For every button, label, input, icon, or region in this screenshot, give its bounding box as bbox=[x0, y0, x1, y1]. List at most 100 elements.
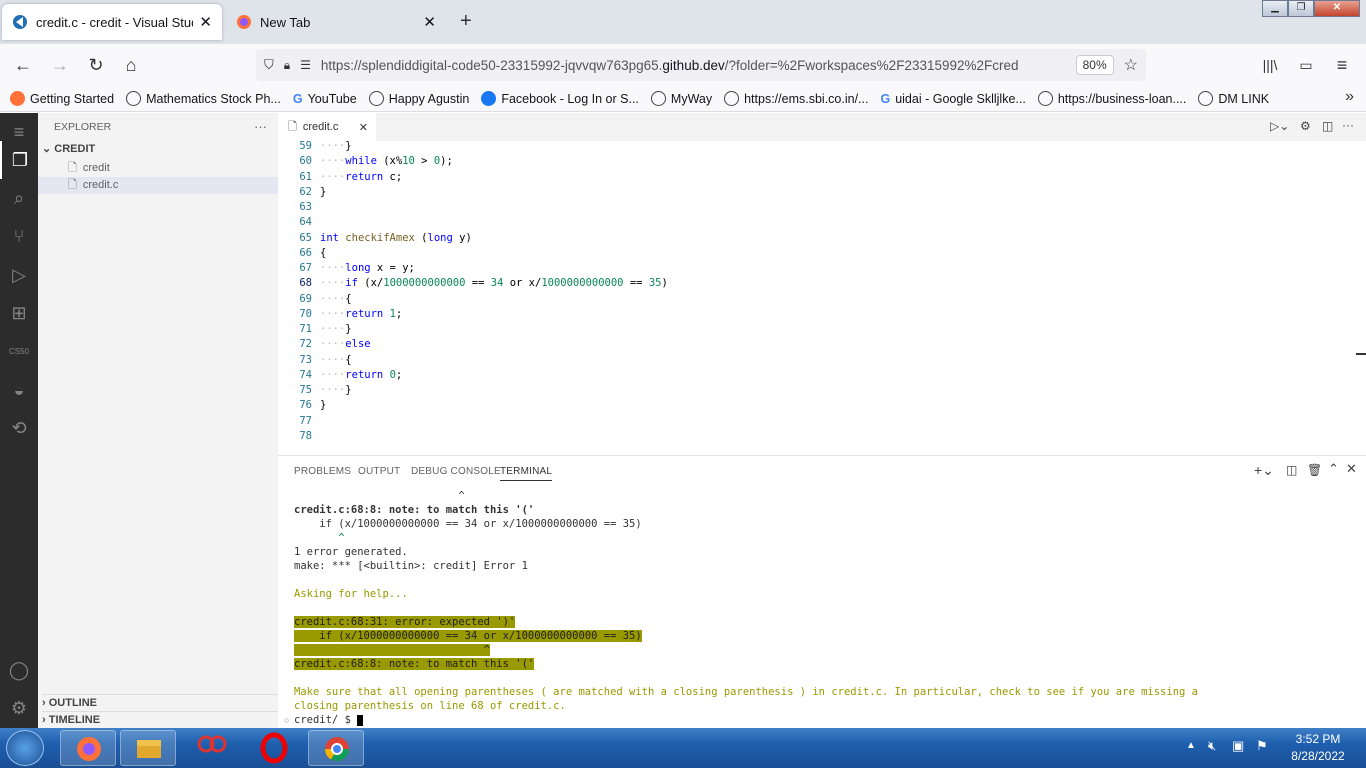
run-icon[interactable]: ▷⌄ bbox=[1270, 119, 1289, 133]
show-hidden-icons-icon[interactable]: ▲ bbox=[1186, 740, 1196, 751]
extensions-icon[interactable]: ⊞ bbox=[0, 294, 38, 332]
code-line[interactable]: ····return 0; bbox=[320, 369, 402, 381]
code-line[interactable]: ····{ bbox=[320, 354, 352, 366]
bookmark-myway[interactable]: MyWay bbox=[650, 91, 712, 106]
outline-label: OUTLINE bbox=[48, 697, 98, 709]
close-tab-icon[interactable]: ✕ bbox=[199, 13, 212, 31]
start-button-icon[interactable] bbox=[6, 730, 44, 766]
new-tab-button[interactable]: + bbox=[460, 10, 472, 33]
split-terminal-icon[interactable]: ◫ bbox=[1286, 463, 1297, 477]
code-line[interactable]: ····} bbox=[320, 323, 352, 335]
tab-problems[interactable]: PROBLEMS bbox=[294, 466, 351, 477]
split-editor-icon[interactable]: ◫ bbox=[1322, 119, 1333, 133]
library-icon[interactable]: |||\ bbox=[1257, 52, 1283, 78]
tab-output[interactable]: OUTPUT bbox=[358, 466, 400, 477]
home-icon[interactable]: ⌂ bbox=[118, 52, 144, 78]
action-center-icon[interactable]: ⚑ bbox=[1256, 738, 1268, 754]
reload-icon[interactable]: ↻ bbox=[83, 52, 109, 78]
more-actions-icon[interactable]: ··· bbox=[1342, 118, 1354, 132]
explorer-icon[interactable]: ❐ bbox=[0, 141, 38, 179]
code-line[interactable]: ····return 1; bbox=[320, 308, 402, 320]
tab-debug-console[interactable]: DEBUG CONSOLE bbox=[411, 466, 501, 477]
code-line[interactable]: int checkifAmex (long y) bbox=[320, 232, 472, 244]
file-credit-c[interactable]: 🗋 credit.c bbox=[38, 177, 278, 194]
menu-icon[interactable]: ≡ bbox=[1329, 52, 1355, 78]
permissions-icon[interactable]: ☰ bbox=[300, 58, 311, 72]
browser-tab-newtab[interactable]: New Tab ✕ bbox=[226, 4, 446, 40]
close-window-icon[interactable]: ✕ bbox=[1314, 0, 1360, 17]
forward-icon[interactable]: → bbox=[47, 52, 73, 78]
account-icon[interactable]: ◯ bbox=[0, 651, 38, 689]
close-editor-icon[interactable]: ✕ bbox=[359, 121, 368, 134]
zoom-level-button[interactable]: 80% bbox=[1075, 55, 1114, 75]
code-line[interactable]: ····} bbox=[320, 140, 352, 152]
taskbar-snipping-icon[interactable] bbox=[184, 730, 240, 766]
bookmark-uidai[interactable]: Guidai - Google Sklljlke... bbox=[880, 92, 1025, 106]
terminal-prompt[interactable]: credit/ $ bbox=[294, 713, 364, 727]
settings-gear-icon[interactable]: ⚙ bbox=[0, 689, 38, 727]
terminal-line: make: *** [<builtin>: credit] Error 1 bbox=[294, 560, 528, 572]
new-terminal-icon[interactable]: +⌄ bbox=[1254, 462, 1274, 479]
more-bookmarks-icon[interactable]: » bbox=[1345, 88, 1354, 106]
taskbar-firefox-icon[interactable] bbox=[60, 730, 116, 766]
gear-icon[interactable]: ⚙ bbox=[1300, 119, 1311, 133]
bookmark-facebook[interactable]: Facebook - Log In or S... bbox=[481, 91, 639, 106]
url-text[interactable]: https://splendiddigital-code50-23315992-… bbox=[321, 58, 1076, 73]
back-icon[interactable]: ← bbox=[10, 52, 36, 78]
code-line[interactable]: } bbox=[320, 399, 326, 411]
network-icon[interactable]: ▣ bbox=[1232, 738, 1244, 754]
taskbar-opera-icon[interactable] bbox=[246, 730, 302, 766]
bookmark-happy-agustin[interactable]: Happy Agustin bbox=[368, 91, 469, 106]
code-area[interactable]: 59 ····} 60 ····while (x%10 > 0); 61 ····retu… bbox=[278, 140, 1358, 455]
sidebar-toggle-icon[interactable]: ▭ bbox=[1293, 52, 1319, 78]
tab-terminal[interactable]: TERMINAL bbox=[500, 466, 553, 481]
taskbar-explorer-icon[interactable] bbox=[120, 730, 176, 766]
source-control-icon[interactable]: ⑂ bbox=[0, 217, 38, 255]
file-credit[interactable]: 🗋 credit bbox=[38, 160, 278, 177]
maximize-icon[interactable]: ❐ bbox=[1288, 0, 1314, 17]
code-line[interactable]: ····{ bbox=[320, 293, 352, 305]
code-line[interactable]: ····if (x/1000000000000 == 34 or x/10000… bbox=[320, 277, 668, 289]
browser-tab-vscode[interactable]: credit.c - credit - Visual Studio Code ✕ bbox=[2, 4, 222, 40]
search-icon[interactable]: ⌕ bbox=[0, 179, 38, 217]
volume-muted-icon[interactable]: 🔇︎ bbox=[1208, 738, 1216, 754]
cs50-icon[interactable]: CS50 bbox=[0, 333, 38, 371]
taskbar-date[interactable]: 8/28/2022 bbox=[1282, 749, 1354, 763]
run-debug-icon[interactable]: ▷ bbox=[0, 256, 38, 294]
lock-icon[interactable]: 🔒︎ bbox=[284, 58, 290, 73]
code-line[interactable]: { bbox=[320, 247, 326, 259]
maximize-panel-icon[interactable]: ⌃ bbox=[1328, 461, 1339, 477]
code-line[interactable]: ····return c; bbox=[320, 171, 402, 183]
code-line[interactable]: ····else bbox=[320, 338, 371, 350]
shield-icon[interactable]: ⛉ bbox=[264, 57, 274, 73]
code-line[interactable]: ····long x = y; bbox=[320, 262, 415, 274]
timeline-section[interactable]: › TIMELINE bbox=[42, 711, 278, 728]
bookmark-business-loan[interactable]: https://business-loan.... bbox=[1037, 91, 1186, 106]
bookmark-getting-started[interactable]: Getting Started bbox=[10, 91, 114, 106]
remote-explorer-icon[interactable]: ⟲ bbox=[0, 409, 38, 447]
minimize-icon[interactable]: ▁ bbox=[1262, 0, 1288, 17]
terminal-line: 1 error generated. bbox=[294, 546, 408, 558]
code-line[interactable]: ····} bbox=[320, 384, 352, 396]
terminal-line: credit.c:68:8: note: to match this '(' bbox=[294, 504, 535, 516]
trash-icon[interactable]: 🗑︎ bbox=[1307, 463, 1322, 477]
taskbar-time[interactable]: 3:52 PM bbox=[1282, 732, 1354, 746]
address-bar[interactable]: ⛉ 🔒︎ ☰ https://splendiddigital-code50-23… bbox=[256, 49, 1146, 81]
terminal-line: Make sure that all opening parentheses (… bbox=[294, 686, 1198, 698]
close-panel-icon[interactable]: ✕ bbox=[1346, 461, 1357, 477]
bookmark-star-icon[interactable]: ☆ bbox=[1124, 55, 1138, 75]
bookmark-dm-link[interactable]: DM LINK bbox=[1198, 91, 1269, 106]
taskbar-chrome-icon[interactable] bbox=[308, 730, 364, 766]
code-line[interactable]: } bbox=[320, 186, 326, 198]
bookmark-ems-sbi[interactable]: https://ems.sbi.co.in/... bbox=[724, 91, 868, 106]
bookmark-mathematics[interactable]: Mathematics Stock Ph... bbox=[126, 91, 281, 106]
outline-section[interactable]: › OUTLINE bbox=[42, 694, 278, 711]
folder-credit[interactable]: ⌄ CREDIT bbox=[42, 141, 278, 158]
editor-tab-credit-c[interactable]: 🗋 credit.c ✕ bbox=[278, 113, 376, 141]
duck-icon[interactable]: ◒ bbox=[0, 371, 38, 409]
explorer-more-button[interactable]: ··· bbox=[254, 119, 267, 134]
close-tab-icon[interactable]: ✕ bbox=[423, 13, 436, 31]
globe-icon bbox=[724, 91, 740, 106]
code-line[interactable]: ····while (x%10 > 0); bbox=[320, 155, 453, 167]
bookmark-youtube[interactable]: G YouTube bbox=[293, 92, 357, 106]
